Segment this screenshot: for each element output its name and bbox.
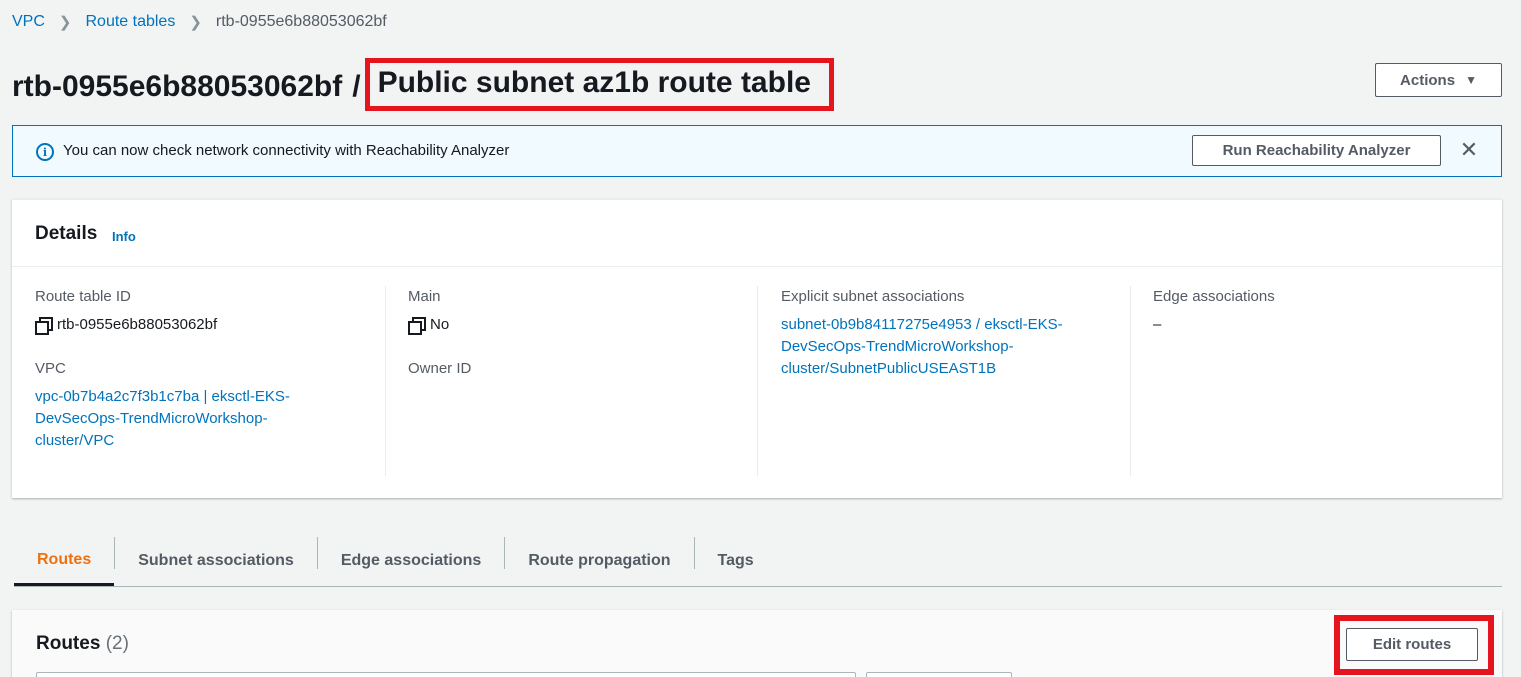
info-icon: i bbox=[36, 143, 54, 161]
breadcrumb-route-tables-link[interactable]: Route tables bbox=[85, 13, 175, 31]
routes-filter-input[interactable] bbox=[36, 672, 856, 677]
details-title: Details bbox=[35, 223, 98, 244]
actions-button[interactable]: Actions ▼ bbox=[1375, 63, 1502, 97]
reachability-info-banner: i You can now check network connectivity… bbox=[12, 125, 1502, 177]
owner-id-label: Owner ID bbox=[408, 360, 472, 377]
breadcrumb: VPC ❯ Route tables ❯ rtb-0955e6b88053062… bbox=[12, 13, 387, 31]
run-reachability-analyzer-button[interactable]: Run Reachability Analyzer bbox=[1192, 135, 1441, 166]
route-table-name-highlight: Public subnet az1b route table bbox=[364, 58, 834, 111]
vpc-label: VPC bbox=[35, 360, 66, 377]
details-info-link[interactable]: Info bbox=[112, 229, 136, 244]
routes-title: Routes (2) bbox=[36, 633, 129, 655]
breadcrumb-current: rtb-0955e6b88053062bf bbox=[215, 13, 387, 30]
main-label: Main bbox=[408, 288, 441, 305]
route-table-name-title: Public subnet az1b route table bbox=[377, 66, 811, 99]
main-value-row: No bbox=[408, 314, 748, 336]
vpc-link[interactable]: vpc-0b7b4a2c7f3b1c7ba | eksctl-EKS-DevSe… bbox=[35, 386, 325, 452]
edit-routes-button[interactable]: Edit routes bbox=[1346, 628, 1478, 661]
route-table-id-value: rtb-0955e6b88053062bf bbox=[57, 316, 218, 333]
subnet-association-link[interactable]: subnet-0b9b84117275e4953 / eksctl-EKS-De… bbox=[781, 314, 1101, 380]
details-header: Details Info bbox=[12, 200, 1502, 267]
routes-filter-select[interactable] bbox=[866, 672, 1012, 677]
details-column-1: Route table ID rtb-0955e6b88053062bf VPC… bbox=[35, 286, 375, 452]
actions-button-label: Actions bbox=[1400, 71, 1456, 89]
banner-message: You can now check network connectivity w… bbox=[63, 142, 510, 159]
column-divider bbox=[1130, 286, 1131, 476]
tab-routes[interactable]: Routes bbox=[14, 537, 115, 586]
route-table-tabs: Routes Subnet associations Edge associat… bbox=[14, 537, 1502, 587]
details-column-3: Explicit subnet associations subnet-0b9b… bbox=[781, 286, 1101, 380]
tab-route-propagation[interactable]: Route propagation bbox=[505, 537, 693, 585]
tab-edge-associations[interactable]: Edge associations bbox=[318, 537, 505, 585]
edge-associations-value: – bbox=[1153, 316, 1162, 333]
caret-down-icon: ▼ bbox=[1465, 73, 1477, 87]
breadcrumb-vpc-link[interactable]: VPC bbox=[12, 13, 45, 31]
details-column-2: Main No Owner ID bbox=[408, 286, 748, 380]
copy-icon[interactable] bbox=[408, 317, 426, 335]
chevron-right-icon: ❯ bbox=[189, 14, 202, 31]
routes-title-label: Routes bbox=[36, 633, 101, 654]
page-title: rtb-0955e6b88053062bf / Public subnet az… bbox=[12, 58, 834, 113]
copy-icon[interactable] bbox=[35, 317, 53, 335]
close-icon[interactable]: ✕ bbox=[1457, 137, 1481, 162]
column-divider bbox=[385, 286, 386, 476]
tab-subnet-associations[interactable]: Subnet associations bbox=[115, 537, 317, 585]
route-table-id-title: rtb-0955e6b88053062bf bbox=[12, 69, 343, 103]
routes-count: (2) bbox=[105, 633, 129, 654]
details-panel: Details Info Route table ID rtb-0955e6b8… bbox=[12, 199, 1502, 498]
explicit-subnet-associations-label: Explicit subnet associations bbox=[781, 288, 965, 305]
route-table-id-value-row: rtb-0955e6b88053062bf bbox=[35, 314, 375, 336]
chevron-right-icon: ❯ bbox=[58, 14, 72, 31]
title-separator: / bbox=[352, 69, 361, 103]
details-column-4: Edge associations – bbox=[1153, 286, 1493, 336]
tab-tags[interactable]: Tags bbox=[695, 537, 777, 585]
edit-routes-highlight: Edit routes bbox=[1334, 615, 1494, 675]
column-divider bbox=[757, 286, 758, 476]
main-value: No bbox=[430, 316, 450, 333]
route-table-id-label: Route table ID bbox=[35, 288, 131, 305]
routes-panel: Routes (2) Edit routes bbox=[12, 610, 1502, 677]
edge-associations-label: Edge associations bbox=[1153, 288, 1275, 305]
